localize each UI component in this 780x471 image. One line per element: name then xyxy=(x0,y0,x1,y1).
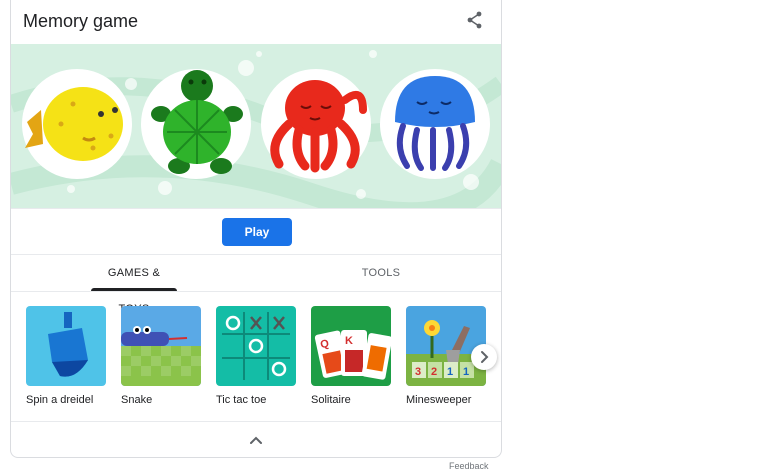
category-tabs: GAMES & TOYS TOOLS xyxy=(11,255,501,315)
game-tile-tic-tac-toe[interactable]: Tic tac toe xyxy=(216,306,298,406)
snake-thumbnail xyxy=(121,306,201,386)
dreidel-thumbnail xyxy=(26,306,106,386)
chevron-right-icon[interactable] xyxy=(471,344,497,370)
game-tile-snake[interactable]: Snake xyxy=(121,306,203,406)
svg-text:K: K xyxy=(345,335,353,347)
svg-text:3: 3 xyxy=(415,366,421,378)
solitaire-thumbnail: Q K xyxy=(311,306,391,386)
game-tile-solitaire[interactable]: Q K Solitaire xyxy=(311,306,393,406)
tile-label: Tic tac toe xyxy=(216,394,267,406)
pufferfish-illustration xyxy=(22,69,132,179)
tile-label: Minesweeper xyxy=(406,394,472,406)
tile-label: Solitaire xyxy=(311,394,351,406)
memory-game-banner[interactable] xyxy=(11,44,501,208)
turtle-illustration xyxy=(141,69,251,179)
tab-tools[interactable]: TOOLS xyxy=(341,255,421,291)
play-button[interactable]: Play xyxy=(222,218,292,246)
tic-tac-toe-thumbnail xyxy=(216,306,296,386)
svg-text:1: 1 xyxy=(463,366,469,378)
svg-text:1: 1 xyxy=(447,366,453,378)
jellyfish-illustration xyxy=(380,69,490,179)
svg-text:2: 2 xyxy=(431,366,437,378)
games-carousel: Spin a dreidel Snake Tic tac toe Q K Sol… xyxy=(11,292,501,420)
tile-label: Snake xyxy=(121,394,153,406)
octopus-illustration xyxy=(261,69,371,179)
tile-label: Spin a dreidel xyxy=(26,394,94,406)
collapse-button[interactable] xyxy=(11,421,501,457)
memory-game-card: Memory game Play GAMES & TOOLS Spin a dr… xyxy=(10,0,502,458)
tab-games-and-toys[interactable]: GAMES & TOYS xyxy=(91,255,177,315)
chevron-up-icon xyxy=(250,436,262,444)
share-icon[interactable] xyxy=(465,10,485,30)
card-title: Memory game xyxy=(23,11,139,31)
game-tile-spin-a-dreidel[interactable]: Spin a dreidel xyxy=(26,306,108,406)
